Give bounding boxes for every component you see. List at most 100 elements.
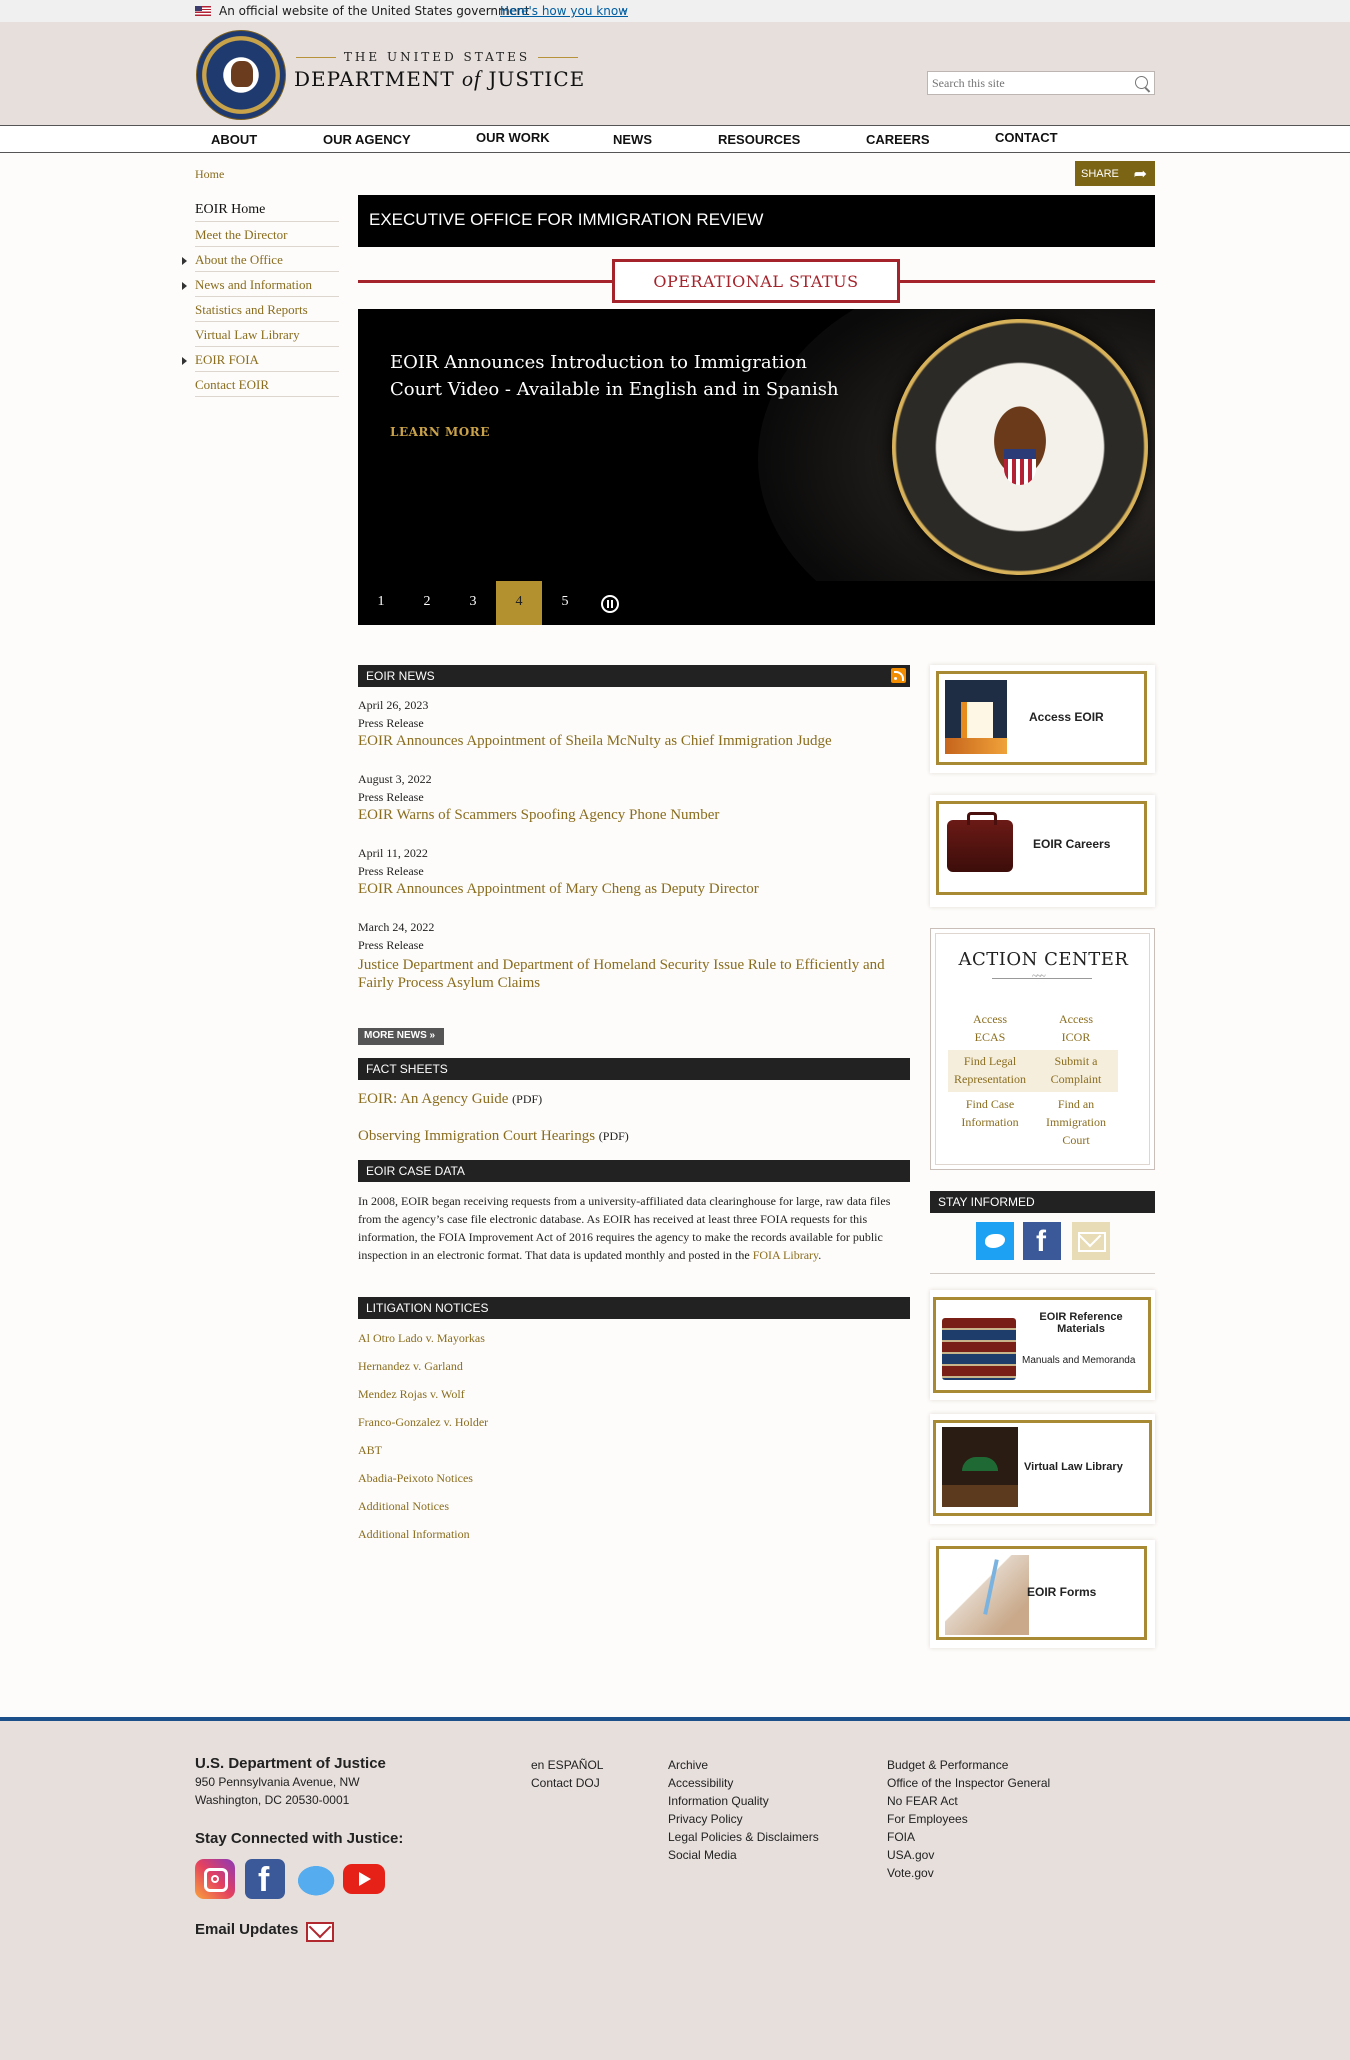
chevron-down-icon[interactable]: ⌄ xyxy=(620,2,629,15)
fact-sheet-link[interactable]: EOIR: An Agency Guide xyxy=(358,1091,508,1107)
news-item: March 24, 2022 Press Release Justice Dep… xyxy=(358,918,918,992)
email-icon[interactable] xyxy=(1072,1222,1110,1260)
carousel-page-5[interactable]: 5 xyxy=(542,581,588,625)
footer-link[interactable]: Accessibility xyxy=(668,1776,733,1790)
instagram-icon[interactable] xyxy=(195,1859,235,1899)
litigation-link[interactable]: Franco-Gonzalez v. Holder xyxy=(358,1415,488,1430)
carousel-page-4[interactable]: 4 xyxy=(496,581,542,625)
litigation-link[interactable]: ABT xyxy=(358,1443,382,1458)
expand-arrow-icon[interactable] xyxy=(182,357,187,365)
footer-link[interactable]: USA.gov xyxy=(887,1848,934,1862)
carousel-page-2[interactable]: 2 xyxy=(404,581,450,625)
nav-about[interactable]: ABOUT xyxy=(211,132,257,147)
access-eoir-promo[interactable]: Access EOIR xyxy=(930,665,1155,773)
us-flag-icon xyxy=(195,6,211,16)
doj-seal-logo[interactable] xyxy=(196,30,286,120)
email-updates-link[interactable]: Email Updates xyxy=(195,1921,298,1939)
find-court-link[interactable]: Find an Immigration Court xyxy=(1034,1095,1118,1149)
access-ecas-link[interactable]: Access ECAS xyxy=(948,1010,1032,1046)
envelope-icon[interactable] xyxy=(306,1922,334,1942)
briefcase-icon xyxy=(947,812,1013,872)
carousel-page-3[interactable]: 3 xyxy=(450,581,496,625)
search-input[interactable] xyxy=(928,72,1118,94)
more-news-button[interactable]: MORE NEWS » xyxy=(358,1028,444,1045)
nav-our-work[interactable]: OUR WORK xyxy=(476,130,550,145)
eoir-forms-promo[interactable]: EOIR Forms xyxy=(930,1540,1155,1648)
share-button[interactable]: SHARE ➦ xyxy=(1075,161,1155,186)
wordmark-top[interactable]: THE UNITED STATES xyxy=(296,50,578,64)
operational-status-button[interactable]: OPERATIONAL STATUS xyxy=(612,259,900,303)
footer-link[interactable]: No FEAR Act xyxy=(887,1794,958,1808)
breadcrumb-home[interactable]: Home xyxy=(195,167,224,182)
case-data-text: In 2008, EOIR began receiving requests f… xyxy=(358,1194,891,1262)
stay-informed-header: STAY INFORMED xyxy=(930,1191,1155,1213)
pen-signing-icon xyxy=(945,1555,1029,1635)
twitter-icon[interactable] xyxy=(976,1222,1014,1260)
footer-address: U.S. Department of Justice 950 Pennsylva… xyxy=(195,1755,386,1807)
footer-link[interactable]: Archive xyxy=(668,1758,708,1772)
pause-icon[interactable] xyxy=(601,595,619,613)
footer-link[interactable]: Information Quality xyxy=(668,1794,769,1808)
eoir-careers-promo[interactable]: EOIR Careers xyxy=(930,795,1155,907)
footer-link[interactable]: Vote.gov xyxy=(887,1866,934,1880)
expand-arrow-icon[interactable] xyxy=(182,282,187,290)
door-icon xyxy=(945,680,1007,754)
footer-link[interactable]: FOIA xyxy=(887,1830,915,1844)
news-link[interactable]: EOIR Announces Appointment of Mary Cheng… xyxy=(358,881,759,897)
reference-materials-promo[interactable]: EOIR Reference Materials Manuals and Mem… xyxy=(930,1290,1155,1400)
virtual-law-library-promo[interactable]: Virtual Law Library xyxy=(930,1414,1155,1524)
nav-news[interactable]: NEWS xyxy=(613,132,652,147)
eoir-news-header: EOIR NEWS xyxy=(358,665,910,687)
nav-contact[interactable]: CONTACT xyxy=(995,130,1058,145)
wordmark-main[interactable]: DEPARTMENT of JUSTICE xyxy=(294,66,585,92)
litigation-link[interactable]: Additional Notices xyxy=(358,1499,449,1514)
nav-resources[interactable]: RESOURCES xyxy=(718,132,800,147)
twitter-icon[interactable] xyxy=(293,1862,335,1896)
expand-arrow-icon[interactable] xyxy=(182,257,187,265)
litigation-link[interactable]: Mendez Rojas v. Wolf xyxy=(358,1387,465,1402)
sidenav-item-virtual-law-library[interactable]: Virtual Law Library xyxy=(195,322,339,347)
footer-link[interactable]: Contact DOJ xyxy=(531,1776,600,1790)
litigation-link[interactable]: Hernandez v. Garland xyxy=(358,1359,463,1374)
stay-connected-label: Stay Connected with Justice: xyxy=(195,1830,404,1847)
nav-careers[interactable]: CAREERS xyxy=(866,132,930,147)
youtube-icon[interactable] xyxy=(343,1864,385,1894)
footer-link[interactable]: For Employees xyxy=(887,1812,968,1826)
sidenav-item-eoir-home[interactable]: EOIR Home xyxy=(195,197,339,222)
footer-link[interactable]: en ESPAÑOL xyxy=(531,1758,603,1772)
sidenav-item-meet-director[interactable]: Meet the Director xyxy=(195,222,339,247)
sidenav-item-news-info[interactable]: News and Information xyxy=(182,272,339,297)
learn-more-link[interactable]: LEARN MORE xyxy=(390,425,490,439)
sidenav-item-eoir-foia[interactable]: EOIR FOIA xyxy=(182,347,339,372)
facebook-icon[interactable] xyxy=(245,1859,285,1900)
fact-sheet-link[interactable]: Observing Immigration Court Hearings xyxy=(358,1128,595,1144)
find-legal-rep-link[interactable]: Find Legal Representation xyxy=(948,1052,1032,1088)
nav-our-agency[interactable]: OUR AGENCY xyxy=(323,132,411,147)
footer-link[interactable]: Budget & Performance xyxy=(887,1758,1008,1772)
news-link[interactable]: EOIR Warns of Scammers Spoofing Agency P… xyxy=(358,807,719,823)
carousel-page-1[interactable]: 1 xyxy=(358,581,404,625)
footer-link[interactable]: Social Media xyxy=(668,1848,737,1862)
how-you-know-link[interactable]: Here's how you know xyxy=(500,4,628,18)
submit-complaint-link[interactable]: Submit a Complaint xyxy=(1034,1052,1118,1088)
search-icon[interactable] xyxy=(1135,76,1148,89)
find-case-info-link[interactable]: Find Case Information xyxy=(948,1095,1032,1131)
sidenav-item-statistics[interactable]: Statistics and Reports xyxy=(195,297,339,322)
footer-link[interactable]: Legal Policies & Disclaimers xyxy=(668,1830,819,1844)
litigation-link[interactable]: Abadia-Peixoto Notices xyxy=(358,1471,473,1486)
news-link[interactable]: EOIR Announces Appointment of Sheila McN… xyxy=(358,733,832,749)
main-nav: ABOUT OUR AGENCY OUR WORK NEWS RESOURCES… xyxy=(0,125,1350,153)
facebook-icon[interactable] xyxy=(1023,1222,1061,1260)
sidenav-item-contact-eoir[interactable]: Contact EOIR xyxy=(195,372,339,397)
fact-sheet-item: EOIR: An Agency Guide (PDF) xyxy=(358,1091,543,1107)
footer-link[interactable]: Office of the Inspector General xyxy=(887,1776,1050,1790)
news-link[interactable]: Justice Department and Department of Hom… xyxy=(358,956,918,992)
sidenav-item-about-office[interactable]: About the Office xyxy=(182,247,339,272)
carousel-pager: 1 2 3 4 5 xyxy=(358,581,1155,625)
litigation-link[interactable]: Al Otro Lado v. Mayorkas xyxy=(358,1331,485,1346)
access-icor-link[interactable]: Access ICOR xyxy=(1034,1010,1118,1046)
foia-library-link[interactable]: FOIA Library xyxy=(753,1248,819,1262)
footer-link[interactable]: Privacy Policy xyxy=(668,1812,743,1826)
litigation-link[interactable]: Additional Information xyxy=(358,1527,470,1542)
rss-icon[interactable] xyxy=(891,668,906,683)
